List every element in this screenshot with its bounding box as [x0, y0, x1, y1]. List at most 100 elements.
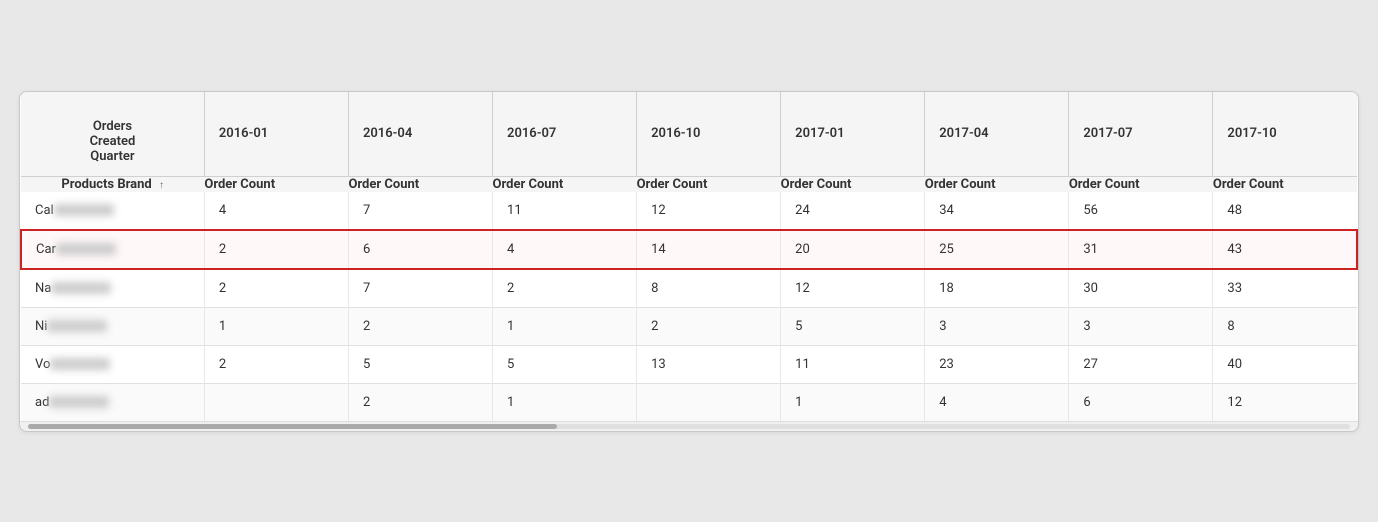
table-row: Ni12125338 — [21, 307, 1357, 345]
brand-label: Car — [36, 242, 56, 257]
cell-value: 5 — [781, 307, 925, 345]
brand-label: Na — [35, 281, 51, 296]
cell-value: 20 — [781, 230, 925, 269]
cell-value: 2 — [204, 345, 348, 383]
scrollbar-thumb — [28, 424, 557, 429]
cell-value: 48 — [1213, 192, 1357, 230]
sort-icon: ↑ — [159, 180, 164, 191]
cell-value: 2 — [204, 230, 348, 269]
cell-value: 7 — [348, 192, 492, 230]
cell-value: 12 — [781, 269, 925, 308]
cell-value: 30 — [1069, 269, 1213, 308]
table-container: Orders Created Quarter 2016-01 2016-04 2… — [19, 91, 1359, 432]
data-table: Orders Created Quarter 2016-01 2016-04 2… — [20, 92, 1358, 421]
brand-blurred — [50, 358, 110, 370]
cell-value — [637, 383, 781, 421]
cell-value: 34 — [925, 192, 1069, 230]
cell-value: 43 — [1213, 230, 1357, 269]
header-row-quarter: Orders Created Quarter 2016-01 2016-04 2… — [21, 92, 1357, 177]
cell-value: 6 — [1069, 383, 1213, 421]
header-2017-01: 2017-01 — [781, 92, 925, 177]
cell-value: 5 — [348, 345, 492, 383]
cell-value: 2 — [348, 307, 492, 345]
header-order-count-5: Order Count — [781, 176, 925, 192]
cell-value: 31 — [1069, 230, 1213, 269]
header-order-count-8: Order Count — [1213, 176, 1357, 192]
header-orders-created-quarter: Orders Created Quarter — [21, 92, 204, 177]
cell-value: 40 — [1213, 345, 1357, 383]
cell-value: 12 — [637, 192, 781, 230]
brand-blurred — [49, 396, 109, 408]
cell-value: 1 — [493, 383, 637, 421]
cell-value — [204, 383, 348, 421]
cell-value: 5 — [493, 345, 637, 383]
cell-brand: Vo — [21, 345, 204, 383]
brand-blurred — [51, 282, 111, 294]
cell-value: 2 — [493, 269, 637, 308]
table-row: Cal 47111224345648 — [21, 192, 1357, 230]
table-row: ad2114612 — [21, 383, 1357, 421]
cell-value: 2 — [204, 269, 348, 308]
header-order-count-6: Order Count — [925, 176, 1069, 192]
cell-value: 13 — [637, 345, 781, 383]
cell-brand: Car — [21, 230, 204, 269]
header-2017-04: 2017-04 — [925, 92, 1069, 177]
cell-value: 3 — [1069, 307, 1213, 345]
header-order-count-1: Order Count — [204, 176, 348, 192]
cell-value: 23 — [925, 345, 1069, 383]
header-2017-10: 2017-10 — [1213, 92, 1357, 177]
cell-value: 25 — [925, 230, 1069, 269]
table-body: Cal47111224345648Car2641420253143Na27281… — [21, 192, 1357, 421]
cell-value: 6 — [348, 230, 492, 269]
cell-value: 12 — [1213, 383, 1357, 421]
brand-label: ad — [35, 395, 49, 410]
cell-value: 8 — [637, 269, 781, 308]
brand-label: Ni — [35, 319, 47, 334]
table-row: Na272812183033 — [21, 269, 1357, 308]
brand-blurred — [56, 243, 116, 255]
cell-value: 24 — [781, 192, 925, 230]
horizontal-scrollbar[interactable] — [20, 421, 1358, 431]
brand-blurred — [47, 320, 107, 332]
cell-value: 7 — [348, 269, 492, 308]
header-products-brand[interactable]: Products Brand ↑ — [21, 176, 204, 192]
header-2017-07: 2017-07 — [1069, 92, 1213, 177]
cell-value: 3 — [925, 307, 1069, 345]
table-row: Vo2551311232740 — [21, 345, 1357, 383]
header-2016-04: 2016-04 — [348, 92, 492, 177]
cell-value: 4 — [925, 383, 1069, 421]
header-2016-01: 2016-01 — [204, 92, 348, 177]
cell-value: 27 — [1069, 345, 1213, 383]
cell-value: 4 — [493, 230, 637, 269]
cell-brand: ad — [21, 383, 204, 421]
scrollbar-track — [28, 424, 1350, 429]
header-row-metrics: Products Brand ↑ Order Count Order Count… — [21, 176, 1357, 192]
cell-value: 1 — [204, 307, 348, 345]
table-scroll[interactable]: Orders Created Quarter 2016-01 2016-04 2… — [20, 92, 1358, 421]
cell-brand: Cal — [21, 192, 204, 230]
brand-blurred — [54, 204, 114, 216]
cell-value: 56 — [1069, 192, 1213, 230]
header-order-count-2: Order Count — [348, 176, 492, 192]
cell-value: 2 — [637, 307, 781, 345]
brand-label: Cal — [35, 203, 54, 218]
header-order-count-4: Order Count — [637, 176, 781, 192]
cell-value: 11 — [781, 345, 925, 383]
cell-value: 2 — [348, 383, 492, 421]
cell-value: 8 — [1213, 307, 1357, 345]
table-row: Car 2641420253143 — [21, 230, 1357, 269]
cell-value: 14 — [637, 230, 781, 269]
header-2016-07: 2016-07 — [493, 92, 637, 177]
header-order-count-7: Order Count — [1069, 176, 1213, 192]
cell-value: 33 — [1213, 269, 1357, 308]
cell-value: 18 — [925, 269, 1069, 308]
cell-value: 1 — [493, 307, 637, 345]
cell-brand: Na — [21, 269, 204, 308]
cell-value: 4 — [204, 192, 348, 230]
cell-value: 1 — [781, 383, 925, 421]
cell-brand: Ni — [21, 307, 204, 345]
header-2016-10: 2016-10 — [637, 92, 781, 177]
brand-label: Vo — [35, 357, 50, 372]
header-order-count-3: Order Count — [493, 176, 637, 192]
cell-value: 11 — [493, 192, 637, 230]
